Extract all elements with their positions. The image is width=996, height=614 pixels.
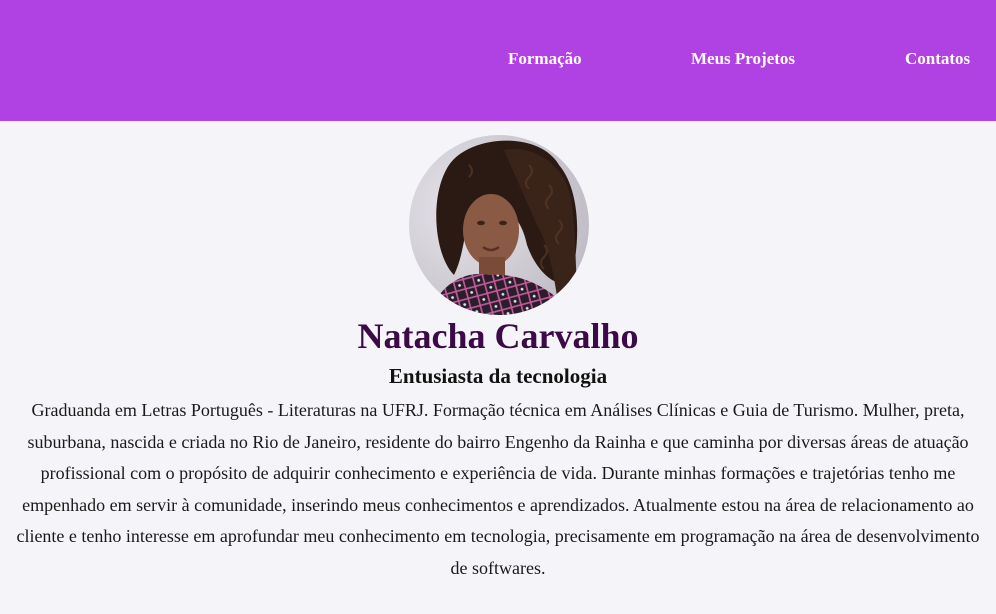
top-nav-bar: Formação Meus Projetos Contatos xyxy=(0,0,996,121)
profile-photo xyxy=(409,135,589,315)
profile-tagline: Entusiasta da tecnologia xyxy=(388,364,608,388)
profile-photo-image xyxy=(409,135,589,315)
profile-name: Natacha Carvalho xyxy=(357,316,639,356)
nav-link-meus-projetos[interactable]: Meus Projetos xyxy=(691,49,795,69)
profile-bio: Graduanda em Letras Português - Literatu… xyxy=(16,400,980,578)
nav-link-contatos[interactable]: Contatos xyxy=(905,49,970,69)
nav-link-formacao[interactable]: Formação xyxy=(508,49,582,69)
